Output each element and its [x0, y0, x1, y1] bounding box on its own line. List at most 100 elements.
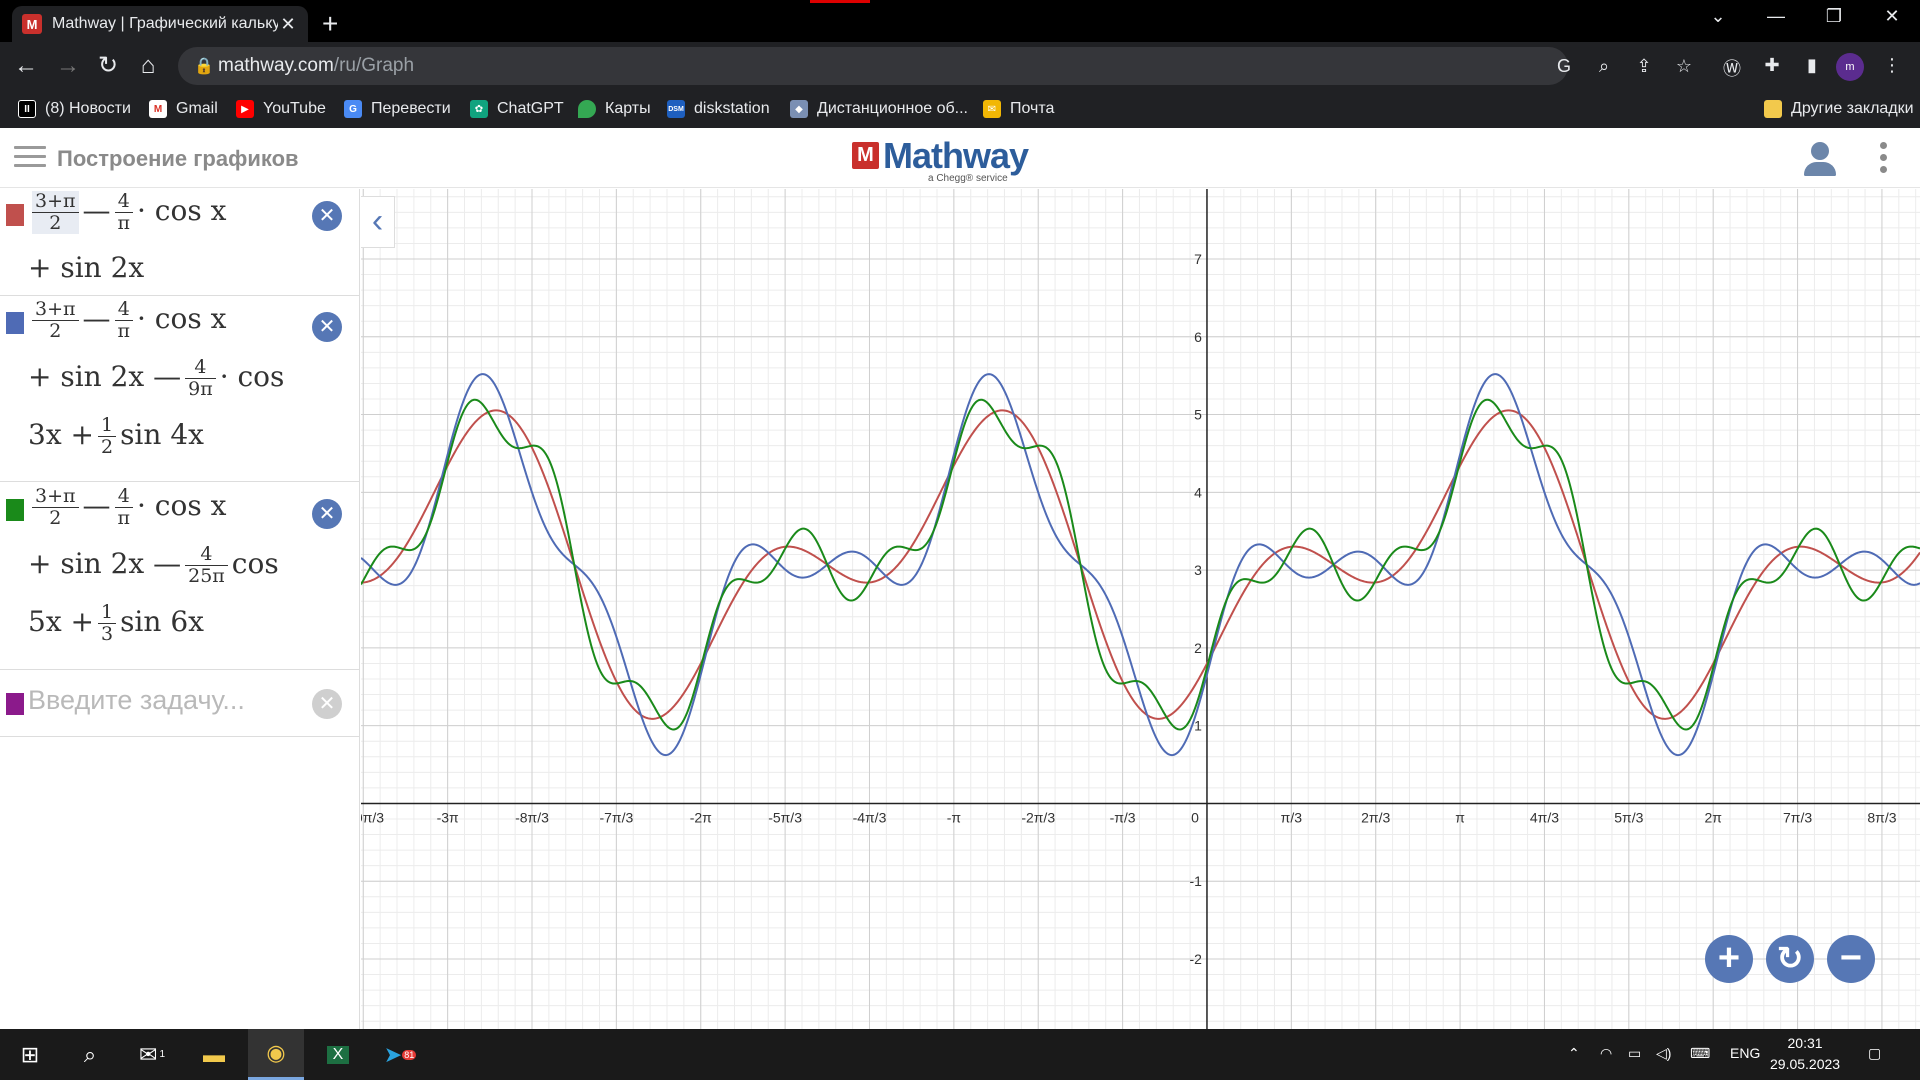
- battery-icon[interactable]: ▭: [1628, 1045, 1641, 1062]
- bookmark-youtube[interactable]: ▶ YouTube: [236, 90, 326, 128]
- system-clock[interactable]: 20:31 29.05.2023: [1770, 1033, 1840, 1075]
- minimize-button[interactable]: —: [1764, 6, 1788, 27]
- file-explorer-icon[interactable]: ▬: [186, 1029, 242, 1080]
- expression-3-line-2: + sin 2x —4 25π cos: [28, 543, 279, 587]
- y-tick-label: -1: [1190, 873, 1203, 889]
- tab-search-chevron-icon[interactable]: ⌄: [1706, 6, 1730, 27]
- browser-toolbar: ← → ↻ ⌂ 🔒 mathway.com/ru/Graph G ⌕ ⇪ ☆ Ⓦ…: [0, 42, 1920, 90]
- reload-button[interactable]: ↻: [92, 50, 124, 82]
- bookmark-star-icon[interactable]: ☆: [1672, 56, 1696, 80]
- close-window-button[interactable]: ✕: [1880, 6, 1904, 27]
- zoom-out-button[interactable]: −: [1827, 935, 1875, 983]
- x-tick-label: 8π/3: [1867, 809, 1896, 825]
- url-path: /ru/Graph: [333, 55, 415, 76]
- bookmark-mail[interactable]: ✉ Почта: [983, 90, 1054, 128]
- y-tick-label: 6: [1194, 329, 1202, 345]
- graph-canvas[interactable]: -10π/3-3π-8π/3-7π/3-2π-5π/3-4π/3-π-2π/3-…: [361, 189, 1920, 1029]
- search-icon[interactable]: ⌕: [62, 1029, 118, 1080]
- back-button[interactable]: ←: [10, 50, 42, 82]
- delete-expression-2-button[interactable]: ✕: [312, 312, 342, 342]
- y-tick-label: 3: [1194, 562, 1202, 578]
- pause-icon: II: [18, 100, 36, 118]
- chatgpt-icon: ✿: [470, 100, 488, 118]
- profile-avatar[interactable]: m: [1836, 53, 1864, 81]
- notifications-icon[interactable]: ▢: [1868, 1045, 1881, 1062]
- excel-app-icon[interactable]: X: [310, 1029, 366, 1080]
- delete-expression-1-button[interactable]: ✕: [312, 201, 342, 231]
- x-tick-label: 5π/3: [1614, 809, 1643, 825]
- expression-input[interactable]: Введите задачу...: [28, 685, 245, 716]
- y-tick-label: 5: [1194, 407, 1202, 423]
- color-swatch-purple[interactable]: [6, 693, 24, 715]
- zoom-icon[interactable]: ⌕: [1592, 56, 1616, 80]
- bookmark-translate[interactable]: G Перевести: [344, 90, 451, 128]
- network-icon[interactable]: ◠: [1600, 1045, 1612, 1062]
- bookmark-gmail[interactable]: M Gmail: [149, 90, 218, 128]
- zoom-in-button[interactable]: +: [1705, 935, 1753, 983]
- gmail-icon: M: [149, 100, 167, 118]
- translate-icon: G: [344, 100, 362, 118]
- expression-panel: 3+π 2—4 π · cos x + sin 2x ✕ 3+π 2—4 π · cos x…: [0, 189, 360, 1029]
- curves: [361, 373, 1920, 757]
- folder-icon: [1764, 100, 1782, 118]
- new-tab-button[interactable]: +: [322, 8, 338, 40]
- expression-row-3[interactable]: 3+π 2—4 π · cos x + sin 2x —4 25π cos 5x +1 3 s…: [0, 483, 360, 670]
- other-bookmarks[interactable]: Другие закладки: [1764, 90, 1914, 128]
- mathway-favicon-icon: M: [22, 14, 42, 34]
- expression-2-line-1: 3+π 2—4 π · cos x: [28, 299, 226, 342]
- expression-3-line-3: 5x +1 3 sin 6x: [28, 601, 204, 645]
- extensions-puzzle-icon[interactable]: ✚: [1760, 55, 1784, 79]
- x-tick-labels: -10π/3 -3π -8π/3 -7π/3 -2π -5π/3 -4π/3 -π -2π/3 -…: [361, 809, 1897, 825]
- y-tick-labels: 7 6 5 4 3 2 1 -1 -2: [1190, 251, 1203, 967]
- chrome-app-icon[interactable]: ◉: [248, 1029, 304, 1080]
- tab-close-icon[interactable]: ✕: [278, 14, 298, 35]
- collapse-panel-button[interactable]: ‹: [361, 196, 395, 248]
- x-tick-label: π: [1455, 809, 1465, 825]
- bookmark-chatgpt[interactable]: ✿ ChatGPT: [470, 90, 564, 128]
- x-tick-label: -2π/3: [1021, 809, 1055, 825]
- expression-row-1[interactable]: 3+π 2—4 π · cos x + sin 2x ✕: [0, 189, 360, 296]
- expression-row-4[interactable]: Введите задачу... ✕: [0, 671, 360, 737]
- language-indicator[interactable]: ENG: [1730, 1045, 1760, 1061]
- bookmark-maps[interactable]: Карты: [578, 90, 651, 128]
- delete-expression-4-button[interactable]: ✕: [312, 689, 342, 719]
- windows-start-icon[interactable]: ⊞: [2, 1029, 58, 1080]
- address-bar[interactable]: 🔒 mathway.com/ru/Graph G ⌕ ⇪ ☆: [178, 47, 1692, 85]
- y-tick-label: 4: [1194, 484, 1202, 500]
- y-tick-label: -2: [1190, 951, 1203, 967]
- google-lens-icon[interactable]: G: [1552, 56, 1576, 80]
- restore-button[interactable]: ❐: [1822, 6, 1846, 27]
- home-button[interactable]: ⌂: [132, 50, 164, 82]
- bookmark-diskstation[interactable]: DSM diskstation: [667, 90, 770, 128]
- color-swatch-blue[interactable]: [6, 312, 24, 334]
- media-indicator: [810, 0, 870, 3]
- expression-row-2[interactable]: 3+π 2—4 π · cos x + sin 2x —4 9π · cos 3x +1 2…: [0, 297, 360, 482]
- browser-tab-mathway[interactable]: M Mathway | Графический калькул ✕: [12, 6, 308, 42]
- forward-button[interactable]: →: [52, 50, 84, 82]
- more-options-icon[interactable]: [1880, 142, 1888, 178]
- bookmark-news[interactable]: II (8) Новости: [18, 90, 131, 128]
- volume-icon[interactable]: ◁): [1656, 1045, 1671, 1062]
- extension-w-icon[interactable]: Ⓦ: [1720, 55, 1744, 79]
- hamburger-menu-icon[interactable]: [14, 146, 46, 170]
- keyboard-icon[interactable]: ⌨: [1690, 1045, 1710, 1062]
- expression-1-line-1: 3+π 2—4 π · cos x: [28, 191, 226, 234]
- dsm-icon: DSM: [667, 100, 685, 118]
- y-tick-label: 2: [1194, 640, 1202, 656]
- color-swatch-red[interactable]: [6, 204, 24, 226]
- user-account-icon[interactable]: [1800, 140, 1840, 176]
- mail-app-icon[interactable]: ✉ 1: [124, 1029, 180, 1080]
- color-swatch-green[interactable]: [6, 499, 24, 521]
- series-curve-2: [361, 373, 1920, 757]
- mathway-logo[interactable]: M Mathway a Chegg® service: [852, 138, 1029, 184]
- tray-chevron-icon[interactable]: ⌃: [1568, 1045, 1580, 1062]
- share-icon[interactable]: ⇪: [1632, 56, 1656, 80]
- reset-view-button[interactable]: ↻: [1766, 935, 1814, 983]
- chrome-menu-icon[interactable]: ⋮: [1880, 55, 1904, 79]
- bookmark-distance-learning[interactable]: ◆ Дистанционное об...: [790, 90, 968, 128]
- delete-expression-3-button[interactable]: ✕: [312, 499, 342, 529]
- graph-plot[interactable]: -10π/3-3π-8π/3-7π/3-2π-5π/3-4π/3-π-2π/3-…: [361, 189, 1920, 1029]
- side-panel-icon[interactable]: ▮: [1800, 55, 1824, 79]
- telegram-app-icon[interactable]: ➤ 81: [372, 1029, 428, 1080]
- tab-title: Mathway | Графический калькул: [52, 15, 278, 32]
